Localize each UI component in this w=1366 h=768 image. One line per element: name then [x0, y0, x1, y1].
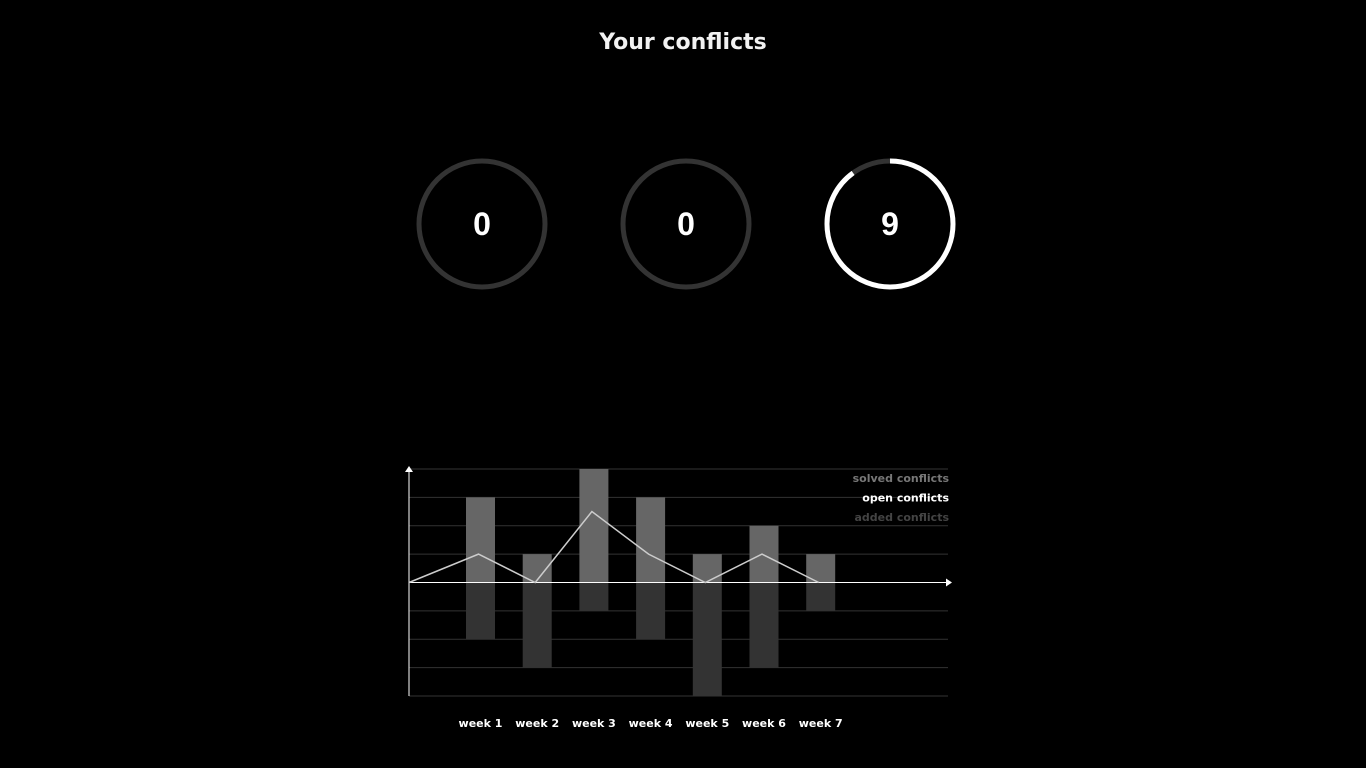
- bar-solved-conflicts: [579, 469, 609, 583]
- bar-added-conflicts: [522, 582, 552, 668]
- bar-solved-conflicts: [466, 497, 495, 583]
- x-axis-arrow: [946, 578, 952, 587]
- legend-item: solved conflicts: [853, 472, 950, 485]
- bar-added-conflicts: [579, 582, 609, 611]
- x-tick-label: week 2: [515, 717, 559, 730]
- conflicts-chart: week 1 week 2 week 3 week 4 week 5 week 6 week…: [405, 466, 952, 730]
- bar-added-conflicts: [636, 582, 666, 640]
- x-tick-label: week 3: [572, 717, 616, 730]
- bar-added-conflicts: [466, 582, 495, 640]
- bar-solved-conflicts: [636, 497, 666, 583]
- x-tick-label: week 6: [742, 717, 786, 730]
- bar-added-conflicts: [692, 582, 722, 696]
- x-tick-label: week 7: [799, 717, 843, 730]
- bar-solved-conflicts: [749, 525, 779, 583]
- x-tick-label: week 1: [459, 717, 503, 730]
- x-tick-label: week 5: [685, 717, 729, 730]
- x-tick-label: week 4: [629, 717, 673, 730]
- legend-item: open conflicts: [862, 492, 949, 505]
- bar-added-conflicts: [749, 582, 779, 668]
- legend-item: added conflicts: [855, 511, 950, 524]
- bar-added-conflicts: [806, 582, 836, 611]
